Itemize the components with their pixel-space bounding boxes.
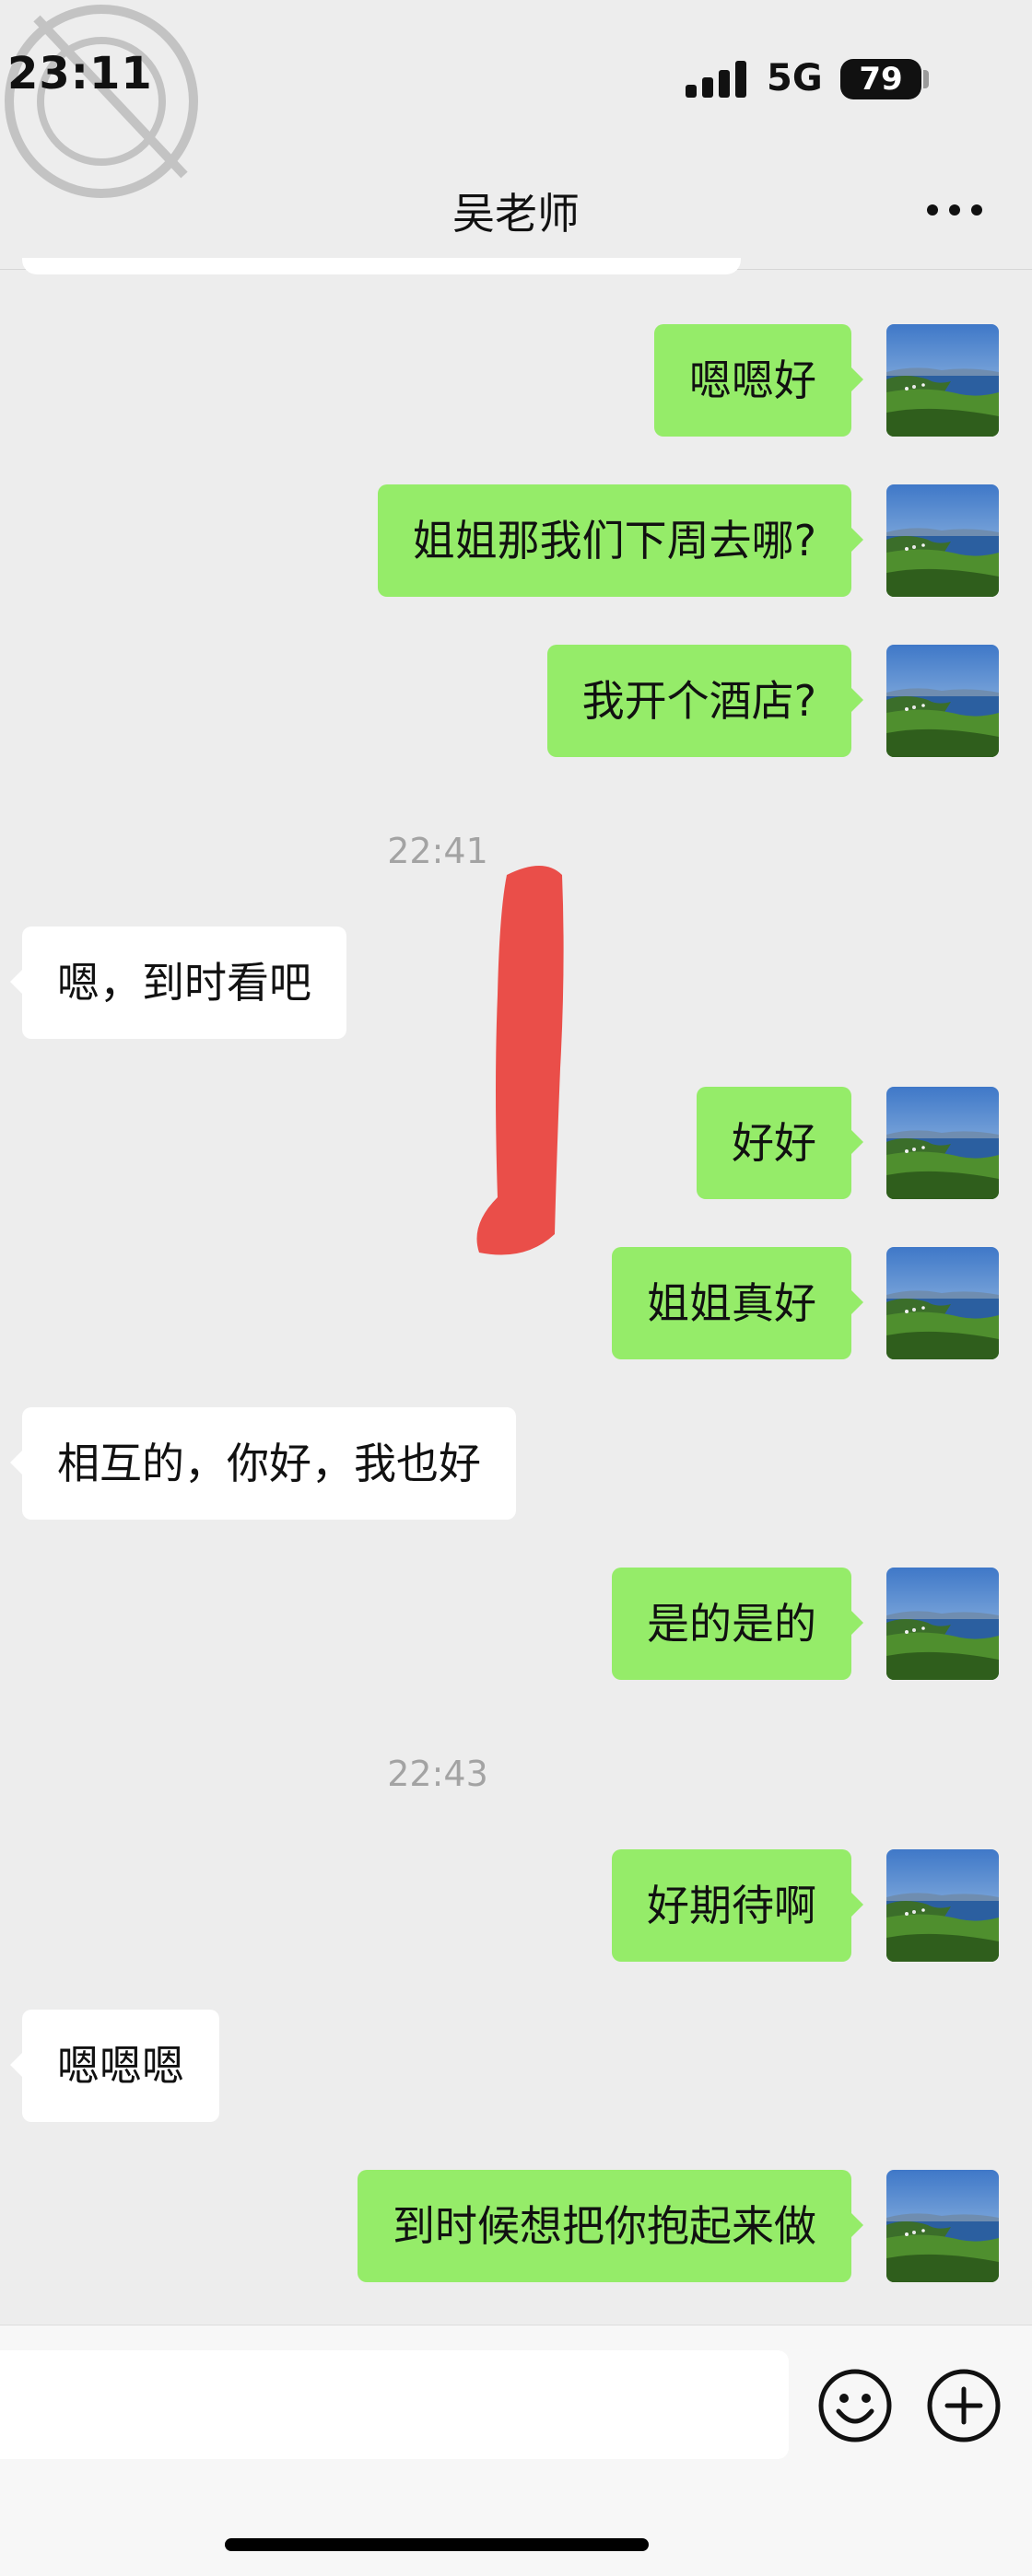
message-bubble-outgoing[interactable]: 姐姐那我们下周去哪? [377, 484, 864, 597]
message-bubble-outgoing[interactable]: 姐姐真好 [612, 1247, 863, 1359]
plus-circle-icon[interactable] [925, 2367, 1003, 2444]
user-avatar[interactable] [886, 1849, 999, 1962]
more-dots-icon[interactable] [927, 204, 982, 216]
message-bubble-incoming[interactable]: 嗯嗯嗯 [10, 2010, 219, 2122]
user-avatar[interactable] [886, 1247, 999, 1359]
emoji-icon[interactable] [816, 2367, 894, 2444]
message-bubble-outgoing[interactable]: 是的是的 [612, 1568, 863, 1680]
network-label: 5G [767, 57, 823, 99]
user-avatar[interactable] [886, 484, 999, 597]
user-avatar[interactable] [886, 645, 999, 757]
message-bubble-outgoing[interactable]: 嗯嗯好 [654, 324, 863, 437]
user-avatar[interactable] [886, 2170, 999, 2282]
message-bubble-outgoing[interactable]: 好期待啊 [612, 1849, 863, 1962]
status-time: 23:11 [7, 48, 153, 99]
home-indicator[interactable] [225, 2538, 649, 2551]
message-bubble-incoming[interactable]: 嗯，到时看吧 [10, 927, 346, 1039]
message-bubble-outgoing[interactable]: 好好 [697, 1087, 863, 1199]
previous-message-bubble [22, 258, 741, 274]
user-avatar[interactable] [886, 1568, 999, 1680]
message-bubble-outgoing[interactable]: 到时候想把你抱起来做 [358, 2170, 863, 2282]
user-avatar[interactable] [886, 1087, 999, 1199]
message-timestamp: 22:41 [387, 831, 488, 871]
chat-title: 吴老师 [452, 189, 580, 239]
signal-icon [686, 61, 748, 98]
message-bubble-outgoing[interactable]: 我开个酒店? [546, 645, 864, 757]
battery-icon: 79 [840, 59, 921, 99]
message-input[interactable] [0, 2350, 789, 2459]
user-avatar[interactable] [886, 324, 999, 437]
message-bubble-incoming[interactable]: 相互的，你好，我也好 [10, 1407, 516, 1520]
message-timestamp: 22:43 [387, 1754, 488, 1794]
battery-cap [923, 70, 929, 88]
redaction-mark [476, 866, 564, 1255]
